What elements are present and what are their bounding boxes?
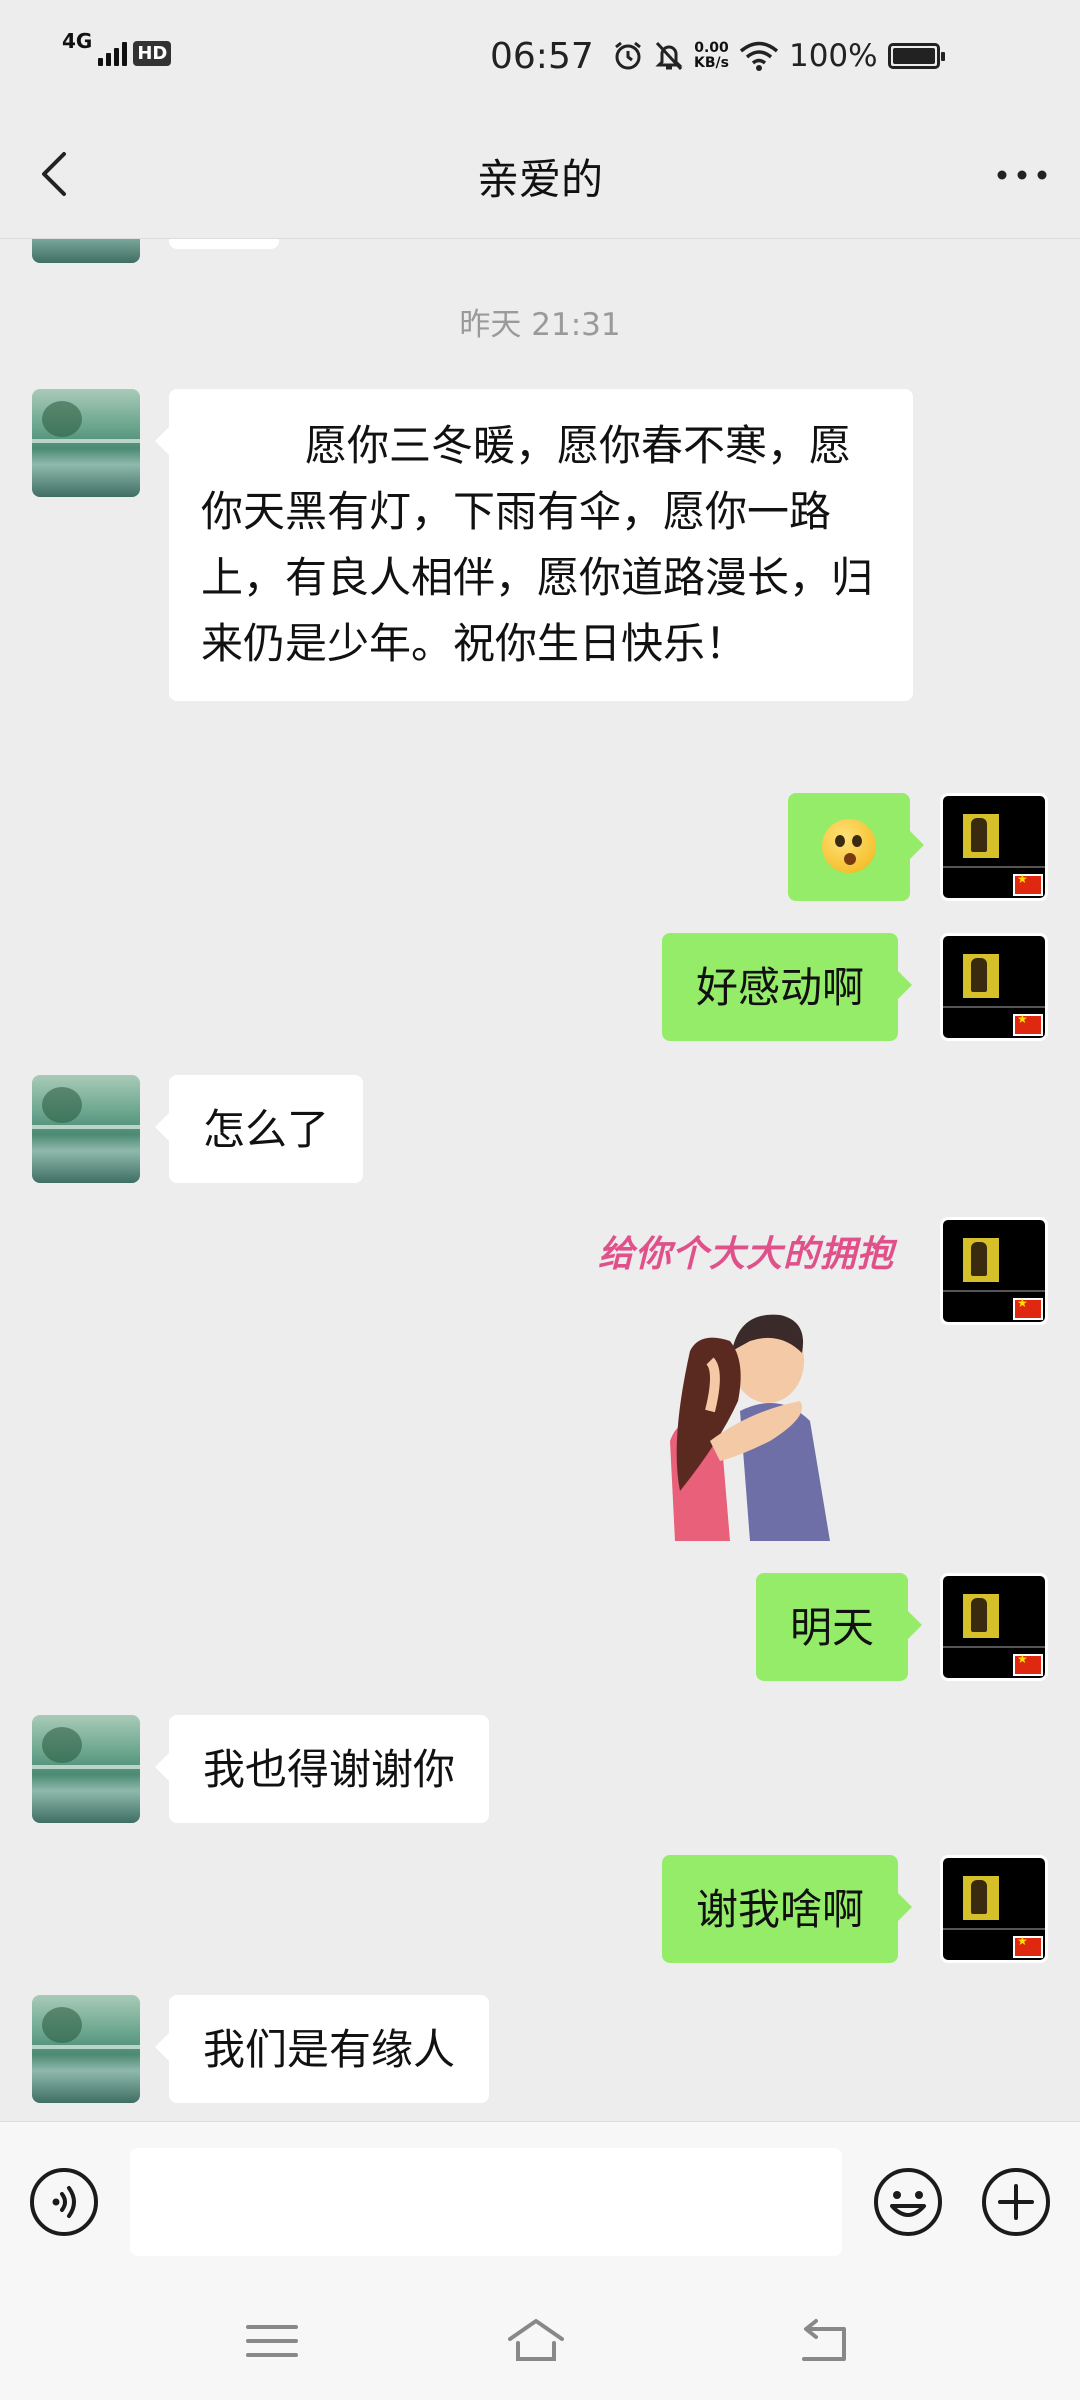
system-nav-bar (0, 2283, 1080, 2400)
speed-value: 0.00 (694, 40, 729, 56)
message-bubble-self[interactable]: 明天 (756, 1573, 923, 1681)
mute-bell-icon (655, 41, 683, 71)
flag-icon (1013, 1934, 1043, 1958)
signal-icon (98, 40, 128, 66)
voice-icon[interactable] (28, 2166, 100, 2238)
message-text: 我们是有缘人 (203, 2025, 456, 2074)
plus-icon[interactable] (980, 2166, 1052, 2238)
message-bubble-peer[interactable]: 我们是有缘人 (154, 1995, 490, 2103)
sticker-caption: 给你个大大的拥抱 (598, 1234, 895, 1275)
hd-badge: HD (133, 40, 172, 66)
message-bubble-clipped (169, 239, 279, 249)
message-text: 愿你三冬暖，愿你春不寒，愿你天黑有灯，下雨有伞，愿你一路上，有良人相伴，愿你道路… (201, 421, 874, 668)
peer-avatar[interactable] (32, 1075, 140, 1183)
message-bubble-peer[interactable]: 我也得谢谢你 (154, 1715, 490, 1823)
self-avatar[interactable] (940, 793, 1048, 901)
hug-sticker[interactable] (650, 1291, 850, 1541)
message-input[interactable] (130, 2148, 842, 2256)
message-bubble-peer[interactable]: 愿你三冬暖，愿你春不寒，愿你天黑有灯，下雨有伞，愿你一路上，有良人相伴，愿你道路… (155, 389, 913, 701)
message-list[interactable]: 昨天 21:31 愿你三冬暖，愿你春不寒，愿你天黑有灯，下雨有伞，愿你一路上，有… (0, 239, 1080, 2121)
alarm-icon (615, 41, 641, 70)
self-avatar[interactable] (940, 933, 1048, 1041)
status-bar: 4G HD 06:57 0.00 KB/s 100% (0, 0, 1080, 110)
network-status: 4G HD (62, 31, 172, 66)
message-timestamp: 昨天 21:31 (459, 307, 621, 343)
menu-icon[interactable] (242, 2313, 302, 2369)
peer-avatar[interactable] (32, 1715, 140, 1823)
message-text: 怎么了 (203, 1105, 330, 1154)
self-avatar[interactable] (940, 1573, 1048, 1681)
message-bubble-self[interactable]: 谢我啥啊 (662, 1855, 913, 1963)
message-text: 谢我啥啊 (696, 1885, 865, 1934)
network-speed: 0.00 KB/s (694, 41, 729, 71)
status-icons: 0.00 KB/s 100% (612, 38, 945, 74)
back-icon[interactable] (794, 2313, 854, 2369)
peer-avatar[interactable] (32, 239, 140, 263)
flag-icon (1013, 872, 1043, 896)
input-bar (0, 2121, 1080, 2284)
battery-percent: 100% (788, 38, 878, 74)
wifi-icon (739, 41, 779, 71)
message-text: 好感动啊 (696, 963, 865, 1012)
message-bubble-self[interactable] (788, 793, 924, 901)
clock: 06:57 (490, 36, 594, 77)
peer-avatar[interactable] (32, 1995, 140, 2103)
message-text: 我也得谢谢你 (203, 1745, 456, 1794)
message-text: 明天 (790, 1603, 875, 1652)
chat-title: 亲爱的 (476, 155, 603, 204)
network-type: 4G (62, 29, 93, 53)
self-avatar[interactable] (940, 1855, 1048, 1963)
peer-avatar[interactable] (32, 389, 140, 497)
message-bubble-peer[interactable]: 怎么了 (154, 1075, 364, 1183)
home-icon[interactable] (506, 2313, 566, 2369)
surprised-face-emoji (822, 819, 876, 873)
chat-header: 亲爱的 (0, 110, 1080, 239)
battery-icon (887, 43, 945, 69)
flag-icon (1013, 1012, 1043, 1036)
speed-unit: KB/s (694, 55, 729, 71)
flag-icon (1013, 1296, 1043, 1320)
self-avatar[interactable] (940, 1217, 1048, 1325)
emoji-icon[interactable] (872, 2166, 944, 2238)
more-dots-icon[interactable] (992, 150, 1052, 200)
message-bubble-self[interactable]: 好感动啊 (662, 933, 913, 1041)
flag-icon (1013, 1652, 1043, 1676)
